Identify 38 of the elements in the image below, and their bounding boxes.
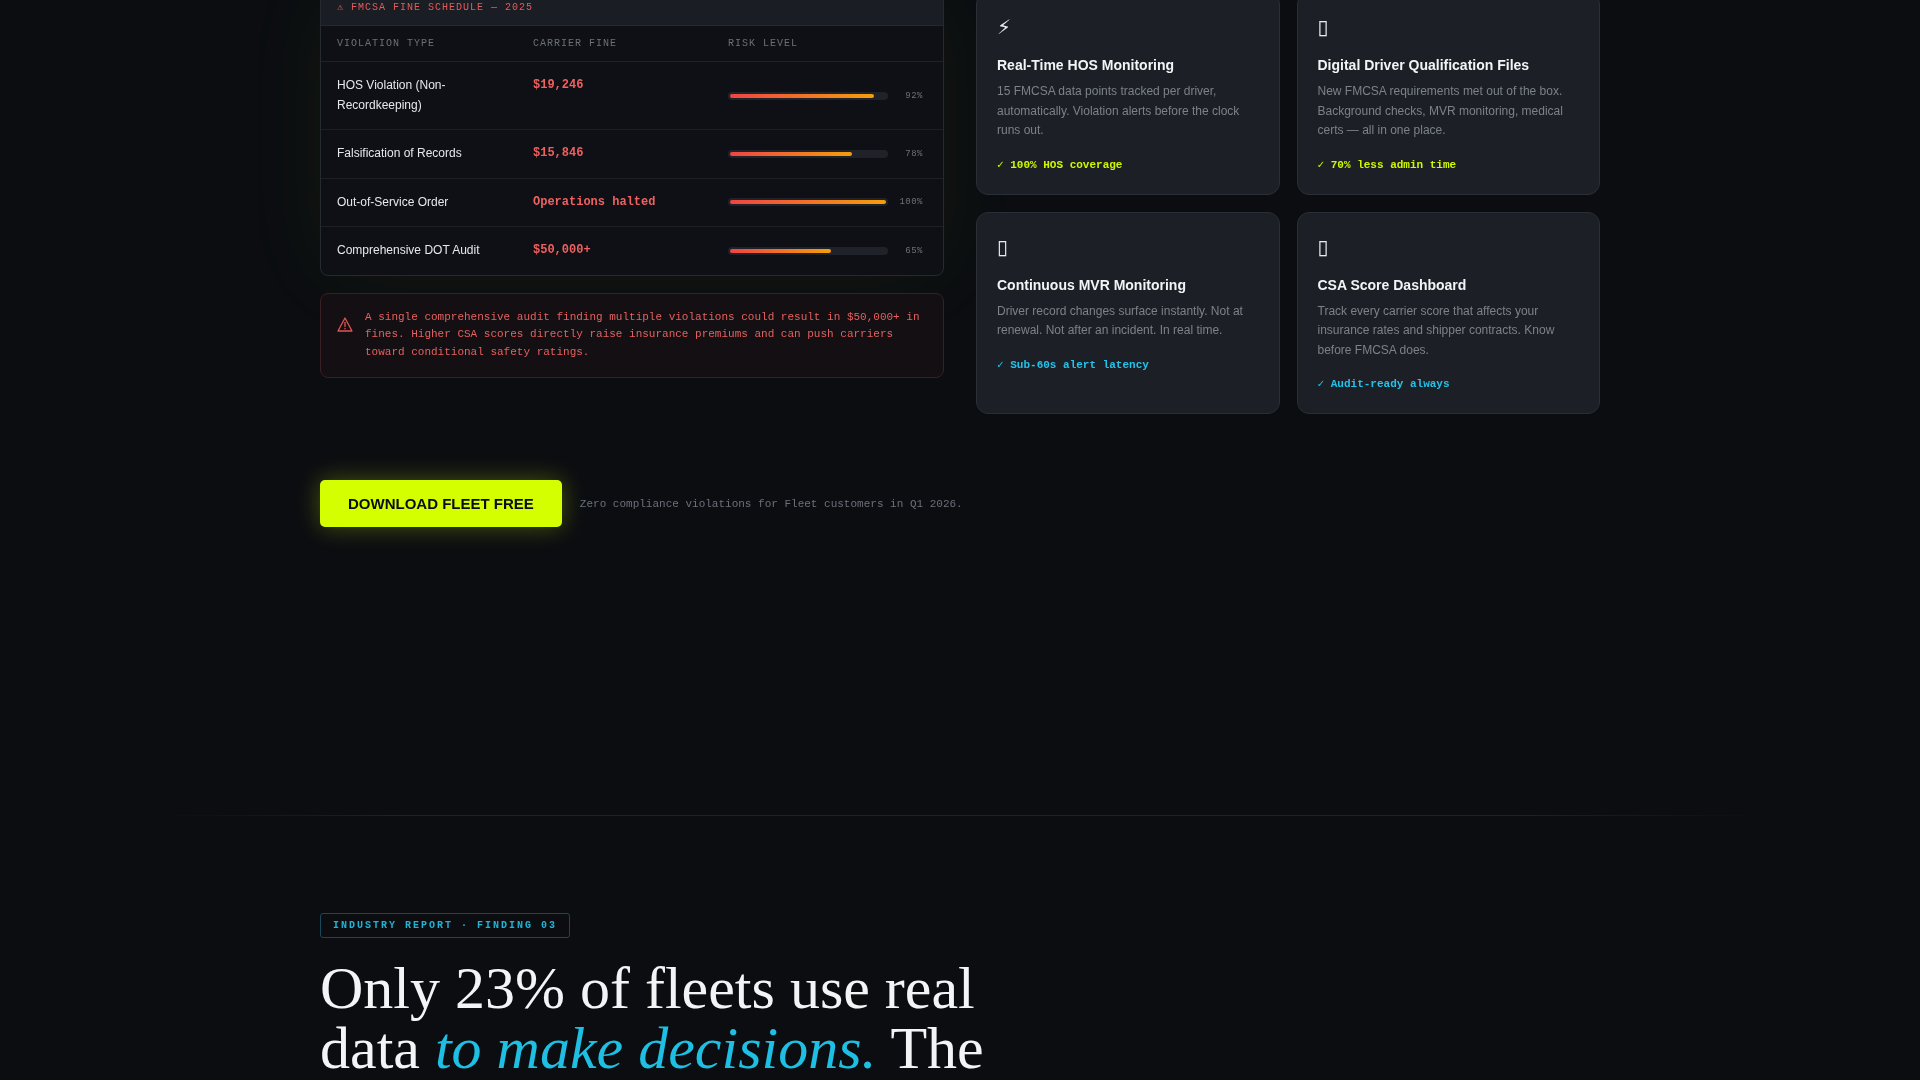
risk-percent: 92% [905, 90, 924, 101]
card-title: Real-Time HOS Monitoring [997, 56, 1175, 75]
panel-title: ⚠ FMCSA FINE SCHEDULE — 2025 [337, 1, 534, 15]
card-title: Continuous MVR Monitoring [997, 275, 1186, 295]
violation-name: Falsification of Records [337, 145, 462, 162]
card-description: New FMCSA requirements met out of the box. Background checks, MVR monitoring, medical certs — all in one place. [1317, 83, 1564, 139]
column-header: RISK LEVEL [728, 37, 798, 51]
fine-amount: $50,000+ [533, 242, 591, 259]
card-title: Digital Driver Qualification Files [1317, 56, 1530, 75]
column-header: VIOLATION TYPE [337, 37, 435, 51]
report-heading: Only 23% of fleets use real data to make decisions. The [320, 958, 985, 1078]
report-badge: INDUSTRY REPORT · FINDING 03 [320, 913, 571, 938]
download-button[interactable]: DOWNLOAD FLEET FREE [320, 480, 562, 527]
feature-highlight: ✓ Sub-60s alert latency [997, 357, 1149, 373]
fine-amount: Operations halted [533, 193, 656, 211]
violation-name: HOS Violation (Non-Recordkeeping) [337, 77, 447, 114]
card-title: CSA Score Dashboard [1317, 275, 1467, 295]
card-description: Track every carrier score that affects your insurance rates and shipper contracts. Know before FMCSA does. [1317, 302, 1556, 359]
feature-highlight: ✓ Audit-ready always [1317, 377, 1450, 392]
risk-percent: 78% [905, 148, 924, 159]
violation-name: Comprehensive DOT Audit [337, 242, 480, 259]
cta-note: Zero compliance violations for Fleet customers in Q1 2026. [579, 497, 963, 510]
violation-name: Out-of-Service Order [337, 193, 449, 211]
lightning-icon: ⚡ [997, 17, 1012, 37]
warning-icon [337, 316, 353, 332]
feature-highlight: ✓ 100% HOS coverage [997, 157, 1123, 173]
rectangle-icon: ▯ [997, 236, 1008, 257]
card-description: 15 FMCSA data points tracked per driver, automatically. Violation alerts before the clock runs out. [997, 83, 1241, 139]
rectangle-icon: ▯ [1317, 17, 1329, 37]
fine-amount: $19,246 [533, 77, 584, 94]
risk-percent: 65% [905, 245, 924, 256]
rectangle-icon: ▯ [1317, 236, 1329, 257]
alert-text: A single comprehensive audit finding multiple violations could result in $50,000+ in fines. Higher CSA scores directly raise insurance premiums and can push carriers toward conditional safety ratings. [365, 309, 921, 360]
risk-percent: 100% [899, 197, 924, 208]
column-header: CARRIER FINE [533, 37, 617, 51]
fine-amount: $15,846 [533, 145, 584, 162]
card-description: Driver record changes surface instantly. Not at renewal. Not after an incident. In real time. [997, 302, 1244, 339]
feature-highlight: ✓ 70% less admin time [1317, 157, 1457, 173]
